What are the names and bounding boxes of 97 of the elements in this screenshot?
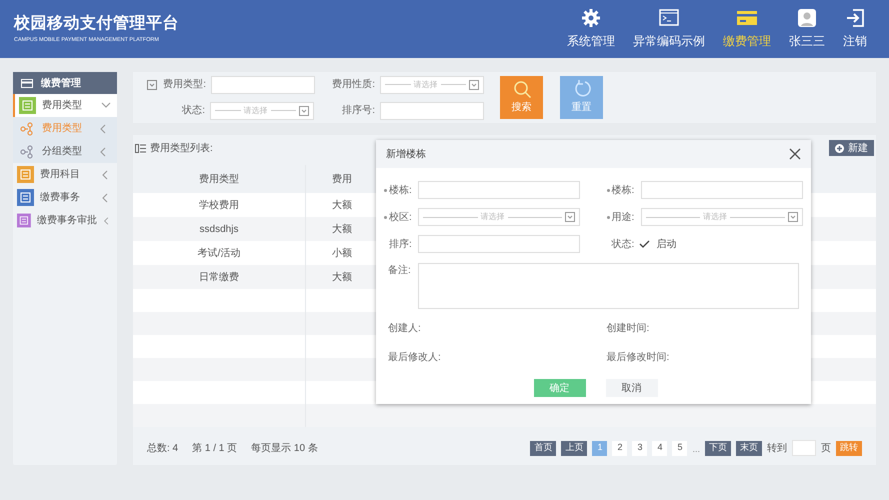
required-dot-icon: [606, 188, 610, 192]
checkbox[interactable]: [638, 238, 650, 250]
collapse-icon: [147, 80, 157, 90]
list-icon: [135, 144, 146, 152]
submenu-item[interactable]: 分组类型: [13, 140, 117, 163]
total-count: 总数: 4: [147, 442, 178, 456]
field-label: 排序号:: [341, 104, 375, 118]
nav-item[interactable]: 缴费管理: [721, 8, 773, 50]
remark-field[interactable]: [418, 263, 799, 309]
dropdown-icon: [788, 212, 798, 222]
page-info: 第 1 / 1 页: [192, 442, 238, 456]
input-field[interactable]: [640, 181, 802, 199]
nav-item[interactable]: 异常编码示例: [631, 8, 707, 50]
page-unit-label: 页: [821, 442, 831, 456]
nodes-icon: [20, 144, 33, 158]
field-label: 楼栋:: [389, 184, 412, 198]
required-dot-icon: [384, 188, 387, 192]
terminal-icon: [659, 8, 679, 28]
ellipsis: ...: [692, 442, 700, 456]
nodes-icon: [20, 122, 33, 136]
info-label: 创建人:: [388, 322, 422, 336]
ledger-icon: [17, 166, 34, 183]
table-cell-text: 大额: [332, 270, 352, 284]
input-field[interactable]: [418, 181, 580, 199]
table-cell-text: 学校费用: [199, 198, 239, 212]
input-field[interactable]: [211, 76, 315, 94]
page-button[interactable]: 5: [672, 440, 688, 456]
field-label: 状态:: [612, 238, 634, 252]
new-button[interactable]: 新建: [829, 140, 874, 156]
page-button[interactable]: 4: [652, 440, 668, 456]
dropdown-icon: [299, 106, 309, 116]
input-field[interactable]: [380, 102, 484, 120]
table-cell-text: 大额: [332, 222, 352, 236]
field-label: 楼栋:: [612, 184, 634, 198]
logout-icon: [845, 8, 865, 28]
card-icon: [737, 8, 757, 28]
table-cell-text: 日常缴费: [199, 270, 239, 284]
required-dot-icon: [384, 216, 387, 218]
nav-item[interactable]: 注销: [841, 8, 869, 50]
last-page-button[interactable]: 末页: [736, 440, 762, 456]
input-field[interactable]: [418, 235, 580, 253]
sidebar-item[interactable]: 费用科目: [13, 163, 117, 186]
sidebar-title: 缴费管理: [41, 76, 81, 90]
page-size-info: 每页显示 10 条: [251, 442, 318, 456]
plus-icon: [835, 144, 844, 152]
approval-icon: [17, 212, 31, 229]
close-icon[interactable]: [789, 148, 801, 160]
chevron-down-icon: [101, 100, 111, 110]
check-icon: [639, 239, 650, 249]
column-header: 费用: [332, 172, 352, 186]
sidebar-item[interactable]: 缴费事务: [13, 186, 117, 209]
field-label: 费用性质:: [331, 78, 375, 92]
field-label: 备注:: [387, 264, 412, 278]
chevron-left-icon: [102, 216, 111, 226]
select-placeholder: 请选择: [244, 104, 268, 116]
cancel-button[interactable]: 取消: [606, 379, 658, 397]
table-cell-text: ssdsdhjs: [200, 222, 238, 236]
nav-item[interactable]: 张三三: [787, 8, 827, 50]
tags-icon: [19, 97, 36, 114]
settings-icon: [581, 8, 601, 28]
sidebar-item[interactable]: 费用类型: [13, 94, 117, 117]
sidebar-item[interactable]: 缴费事务审批: [13, 209, 117, 232]
info-label: 最后修改时间:: [606, 350, 670, 365]
select-placeholder: 请选择: [703, 211, 727, 223]
required-dot-icon: [606, 216, 610, 218]
card-icon: [21, 78, 33, 88]
next-page-button[interactable]: 下页: [705, 440, 731, 456]
first-page-button[interactable]: 首页: [530, 440, 556, 456]
field-label: 排序:: [389, 238, 412, 252]
list-title: 费用类型列表:: [150, 142, 213, 156]
info-label: 最后修改人:: [388, 350, 442, 365]
checkbox-label: 启动: [656, 238, 676, 252]
page-button[interactable]: 3: [632, 440, 648, 456]
select-placeholder: 请选择: [480, 211, 504, 223]
field-label: 用途:: [612, 210, 634, 224]
search-icon: [512, 80, 530, 98]
goto-label: 转到: [767, 442, 787, 456]
prev-page-button[interactable]: 上页: [561, 440, 588, 456]
field-label: 校区:: [389, 210, 412, 224]
nav-item[interactable]: 系统管理: [565, 8, 617, 50]
dropdown-icon: [565, 212, 575, 222]
avatar-icon: [797, 8, 817, 28]
refresh-icon: [572, 80, 590, 98]
table-cell-text: 小额: [332, 246, 352, 260]
dialog-title: 新增楼栋: [386, 148, 426, 162]
info-label: 创建时间:: [606, 322, 650, 336]
select-placeholder: 请选择: [414, 78, 438, 90]
column-header: 费用类型: [199, 172, 239, 186]
page-button[interactable]: 2: [612, 440, 628, 456]
page-number-field[interactable]: [792, 440, 816, 456]
receipt-icon: [17, 189, 34, 206]
field-label: 状态:: [181, 104, 205, 118]
table-cell-text: 考试/活动: [198, 246, 240, 260]
app-title: 校园移动支付管理平台: [14, 14, 179, 34]
table-cell-text: 大额: [332, 198, 352, 212]
field-label: 费用类型:: [162, 78, 206, 92]
dropdown-icon: [469, 80, 479, 90]
